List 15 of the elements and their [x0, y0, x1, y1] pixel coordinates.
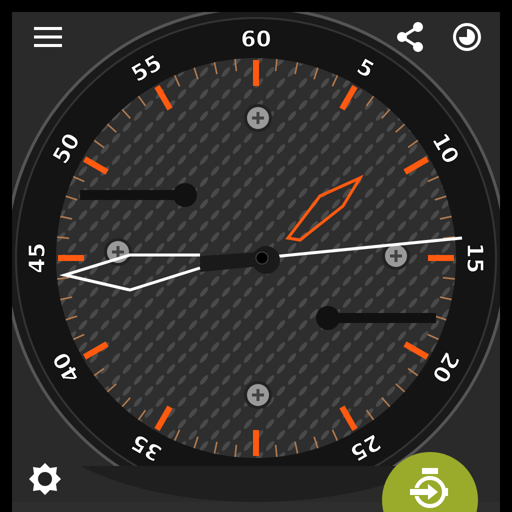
dial-number: 35: [128, 428, 166, 466]
dial-number: 40: [48, 348, 86, 386]
share-icon: [396, 22, 424, 52]
center-hub: [252, 246, 280, 274]
dial-number: 15: [462, 242, 486, 274]
dial-number: 10: [426, 130, 464, 168]
dial-number: 60: [240, 28, 272, 52]
dial-number: 5: [352, 54, 378, 84]
dial-number: 20: [426, 348, 464, 386]
theme-icon: [452, 22, 482, 52]
dial-number: 25: [346, 428, 384, 466]
dial-number: 50: [48, 130, 86, 168]
menu-icon: [34, 27, 62, 47]
dial-number: 45: [26, 242, 50, 274]
dial-number: 55: [128, 50, 166, 88]
